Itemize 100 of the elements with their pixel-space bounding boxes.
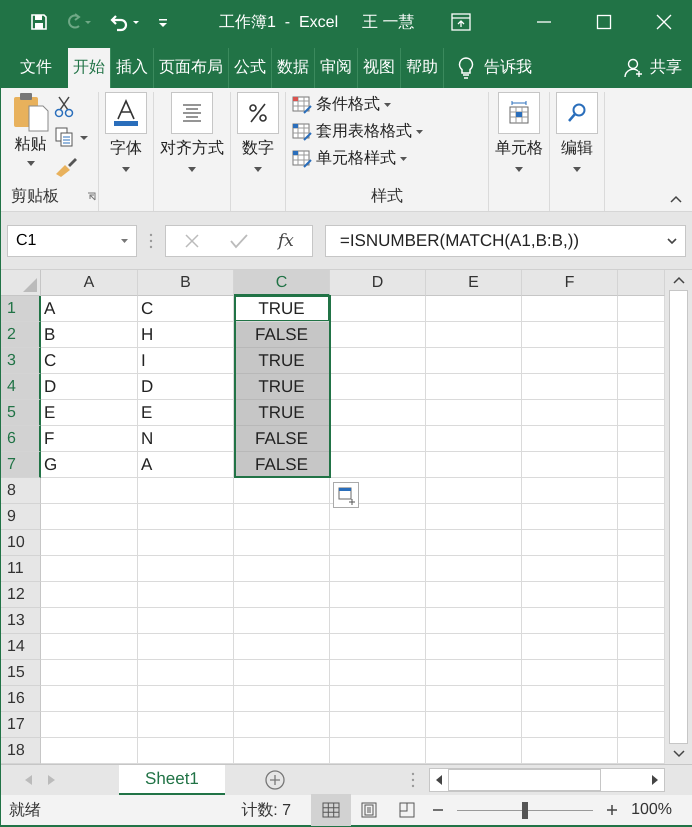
copy-icon[interactable] <box>54 126 88 148</box>
font-color-icon <box>113 99 139 127</box>
zoom-in-icon[interactable] <box>607 805 618 815</box>
table-cell: I <box>138 348 234 374</box>
column-header[interactable]: F <box>522 270 618 296</box>
horizontal-scrollbar[interactable] <box>429 768 665 792</box>
table-cell: D <box>138 374 234 400</box>
style-menu-button[interactable]: 单元格样式 <box>292 148 423 169</box>
zoom-slider[interactable] <box>522 802 528 818</box>
tell-me-link[interactable]: 告诉我 <box>484 48 532 88</box>
sheet-tab[interactable]: Sheet1 <box>119 765 225 795</box>
add-sheet-icon[interactable] <box>264 770 285 790</box>
person-icon[interactable] <box>624 58 644 78</box>
row-header[interactable]: 12 <box>1 582 41 608</box>
row-header[interactable]: 17 <box>1 712 41 738</box>
row-header[interactable]: 16 <box>1 686 41 712</box>
table-cell: TRUE <box>234 348 330 374</box>
row-header[interactable]: 13 <box>1 608 41 634</box>
scroll-right-icon[interactable] <box>652 775 658 785</box>
dialog-launcher-icon[interactable] <box>87 192 96 201</box>
table-format-icon <box>292 150 312 168</box>
row-header[interactable]: 14 <box>1 634 41 660</box>
scroll-up-icon[interactable] <box>672 276 684 284</box>
quick-analysis-icon[interactable] <box>333 482 359 508</box>
table-cell: TRUE <box>234 400 330 426</box>
brush-icon[interactable] <box>54 156 78 178</box>
table-cell: N <box>138 426 234 452</box>
normal-view-icon[interactable] <box>322 802 340 818</box>
check-icon[interactable] <box>230 232 248 248</box>
formula-input[interactable]: =ISNUMBER(MATCH(A1,B:B,)) <box>324 224 686 256</box>
lightbulb-icon[interactable] <box>458 57 474 79</box>
scrollbar-thumb[interactable] <box>669 290 688 744</box>
table-cell: FALSE <box>234 322 330 348</box>
column-header[interactable]: D <box>330 270 426 296</box>
table-cell: F <box>41 426 138 452</box>
maximize-icon[interactable] <box>596 14 612 30</box>
window-title: 工作簿1 - Excel <box>219 12 338 32</box>
table-cell: G <box>41 452 138 478</box>
cells-button[interactable]: 单元格 <box>495 92 543 172</box>
style-menu-button[interactable]: 套用表格格式 <box>292 121 423 142</box>
scroll-left-icon[interactable] <box>436 775 442 785</box>
row-header[interactable]: 9 <box>1 504 41 530</box>
alignment-button[interactable]: 对齐方式 <box>160 92 224 172</box>
row-header[interactable]: 3 <box>1 348 41 374</box>
style-menu-button[interactable]: 条件格式 <box>292 94 423 115</box>
row-header[interactable]: 1 <box>1 296 41 322</box>
row-header[interactable]: 7 <box>1 452 41 478</box>
table-cell: H <box>138 322 234 348</box>
share-button[interactable]: 共享 <box>650 48 682 88</box>
caret-icon <box>26 161 34 166</box>
column-header[interactable]: E <box>426 270 522 296</box>
caret-icon <box>188 167 196 172</box>
row-header[interactable]: 2 <box>1 322 41 348</box>
row-header[interactable]: 10 <box>1 530 41 556</box>
table-cell: E <box>41 400 138 426</box>
align-center-icon <box>181 102 203 124</box>
table-cell: TRUE <box>234 296 330 322</box>
table-cell: FALSE <box>234 426 330 452</box>
row-header[interactable]: 8 <box>1 478 41 504</box>
count-text: 计数: 7 <box>241 800 292 820</box>
column-header[interactable]: A <box>41 270 138 296</box>
row-header[interactable]: 5 <box>1 400 41 426</box>
page-break-icon[interactable] <box>399 802 416 818</box>
page-layout-icon[interactable] <box>361 802 378 818</box>
table-cell: A <box>138 452 234 478</box>
clipboard-icon <box>12 92 50 132</box>
collapse-ribbon-icon[interactable] <box>670 195 682 203</box>
table-cell: C <box>41 348 138 374</box>
caret-icon <box>416 130 423 134</box>
name-box[interactable]: C1 <box>7 224 137 256</box>
save-icon[interactable] <box>29 12 49 32</box>
caret-icon <box>515 167 523 172</box>
column-header[interactable]: C <box>234 270 330 296</box>
row-header[interactable]: 15 <box>1 660 41 686</box>
close-icon[interactable] <box>656 14 672 30</box>
paste-button[interactable]: 粘贴 <box>12 92 50 178</box>
ribbon-display-icon[interactable] <box>450 13 471 31</box>
row-header[interactable]: 6 <box>1 426 41 452</box>
scissors-icon[interactable] <box>54 96 74 118</box>
table-cell: A <box>41 296 138 322</box>
cells-icon <box>507 101 531 125</box>
table-cell: E <box>138 400 234 426</box>
row-header[interactable]: 11 <box>1 556 41 582</box>
zoom-level[interactable]: 100% <box>631 801 672 819</box>
search-icon <box>566 102 588 124</box>
table-cell: D <box>41 374 138 400</box>
expand-icon[interactable] <box>667 238 677 244</box>
caret-icon <box>573 167 581 172</box>
ribbon-tab[interactable]: 文件 <box>15 48 68 88</box>
column-header[interactable]: B <box>138 270 234 296</box>
insert-function-button[interactable]: fx <box>278 230 294 250</box>
scroll-down-icon[interactable] <box>672 750 684 758</box>
group-label: 剪贴板 <box>11 186 59 207</box>
row-header[interactable]: 18 <box>1 738 41 764</box>
ribbon-tab[interactable]: 开始 <box>68 48 111 88</box>
table-cell: C <box>138 296 234 322</box>
group-label: 样式 <box>371 186 403 207</box>
table-cell: TRUE <box>234 374 330 400</box>
row-header[interactable]: 4 <box>1 374 41 400</box>
user-name: 王 一慧 <box>362 12 415 32</box>
